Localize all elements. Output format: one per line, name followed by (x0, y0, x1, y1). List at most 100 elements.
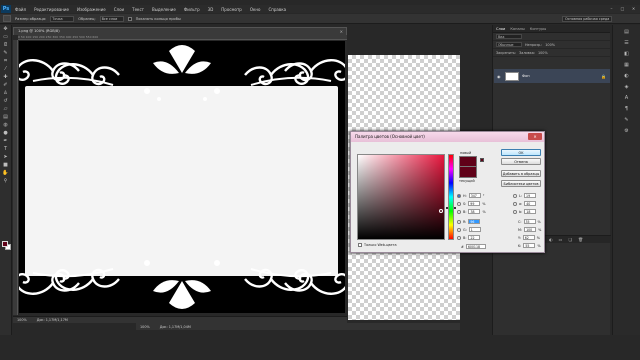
fill-value[interactable]: 100% (538, 51, 548, 55)
menu-filter[interactable]: Фильтр (180, 7, 204, 12)
foreground-color-swatch[interactable] (2, 241, 8, 247)
add-to-swatches-button[interactable]: Добавить в образцы (501, 170, 541, 177)
quick-select-tool-icon[interactable]: ✎ (2, 50, 10, 57)
layer-kind-select[interactable]: Вид (496, 34, 522, 39)
saturation-brightness-field[interactable] (357, 154, 445, 240)
show-ring-checkbox[interactable] (127, 16, 132, 21)
crop-tool-icon[interactable]: ⌗ (2, 58, 10, 65)
hex-input[interactable]: 600118 (465, 244, 486, 249)
menu-file[interactable]: Файл (11, 7, 30, 12)
new-group-icon[interactable]: ▭ (559, 237, 563, 242)
type-tool-icon[interactable]: T (2, 146, 10, 153)
menu-help[interactable]: Справка (264, 7, 290, 12)
a-radio[interactable] (513, 201, 517, 206)
blur-tool-icon[interactable]: ◍ (2, 122, 10, 129)
document-canvas[interactable] (19, 41, 345, 313)
m-input[interactable]: 100 (524, 227, 537, 232)
path-select-tool-icon[interactable]: ➤ (2, 154, 10, 161)
l-input[interactable]: 19 (524, 193, 537, 198)
pen-tool-icon[interactable]: ✒ (2, 138, 10, 145)
history-panel-icon[interactable]: ▤ (622, 28, 632, 36)
h-input[interactable]: 347 (468, 193, 481, 198)
heal-tool-icon[interactable]: ✚ (2, 74, 10, 81)
swatches-panel-icon[interactable]: ▦ (622, 61, 632, 69)
s-input[interactable]: 99 (468, 201, 481, 206)
delete-layer-icon[interactable]: 🗑 (578, 237, 583, 242)
styles-panel-icon[interactable]: ◈ (622, 83, 632, 91)
lasso-tool-icon[interactable]: ᘓ (2, 42, 10, 49)
sample-select[interactable]: Все слои (99, 15, 124, 22)
g-input[interactable]: 1 (468, 227, 481, 232)
document2-zoom[interactable]: 100% (140, 325, 150, 329)
l-radio[interactable] (513, 193, 517, 198)
minimize-button[interactable]: – (609, 6, 614, 11)
eyedropper-tool-preset-icon[interactable] (3, 15, 11, 22)
character-panel-icon[interactable]: A (622, 94, 632, 102)
menu-image[interactable]: Изображение (73, 7, 110, 12)
y-input[interactable]: 62 (522, 235, 535, 240)
paragraph-panel-icon[interactable]: ¶ (622, 105, 632, 113)
vertical-scrollbar[interactable] (345, 41, 347, 316)
s-radio[interactable] (457, 201, 461, 206)
brush-panel-icon[interactable]: ✎ (622, 116, 632, 124)
tab-layers[interactable]: Слои (496, 27, 505, 31)
stamp-tool-icon[interactable]: ♙ (2, 90, 10, 97)
cancel-button[interactable]: Отмена (501, 158, 541, 165)
blend-mode-select[interactable]: Обычные (496, 42, 522, 47)
menu-3d[interactable]: 3D (204, 7, 218, 12)
properties-panel-icon[interactable]: ☰ (622, 39, 632, 47)
menu-layers[interactable]: Слои (110, 7, 128, 12)
b-input[interactable]: 38 (468, 209, 481, 214)
brush-tool-icon[interactable]: ✐ (2, 82, 10, 89)
color-libraries-button[interactable]: Библиотеки цветов (501, 180, 541, 187)
menu-window[interactable]: Окно (246, 7, 265, 12)
shape-tool-icon[interactable]: ■ (2, 162, 10, 169)
new-layer-icon[interactable]: ❏ (568, 237, 572, 242)
current-color-swatch[interactable] (459, 167, 477, 178)
zoom-tool-icon[interactable]: ⚲ (2, 178, 10, 185)
lab-b-input[interactable]: 18 (524, 209, 537, 214)
dialog-titlebar[interactable]: Палитра цветов (Основной цвет) ✕ (351, 132, 544, 142)
sample-size-select[interactable]: Точка (50, 15, 75, 22)
marquee-tool-icon[interactable]: ▭ (2, 34, 10, 41)
hand-tool-icon[interactable]: ✋ (2, 170, 10, 177)
blue-input[interactable]: 22 (468, 235, 481, 240)
c-input[interactable]: 35 (523, 219, 536, 224)
color-panel-icon[interactable]: ◧ (622, 50, 632, 58)
blue-radio[interactable] (457, 235, 461, 240)
tab-paths[interactable]: Контуры (530, 27, 546, 31)
eyedropper-tool-icon[interactable]: ⁄ (2, 66, 10, 73)
dialog-close-button[interactable]: ✕ (528, 133, 542, 140)
r-input[interactable]: 96 (468, 219, 481, 224)
menu-edit[interactable]: Редактирование (30, 7, 73, 12)
hue-slider[interactable] (448, 154, 454, 240)
ok-button[interactable]: OK (501, 149, 541, 156)
eraser-tool-icon[interactable]: ▱ (2, 106, 10, 113)
tab-channels[interactable]: Каналы (510, 27, 524, 31)
k-input[interactable]: 55 (523, 243, 536, 248)
layer-row-background[interactable]: ◉ Фон 🔒 (494, 69, 610, 83)
opacity-value[interactable]: 100% (545, 43, 555, 47)
document-tab[interactable]: 1.png @ 100% (RGB/8) × (13, 27, 347, 35)
visibility-eye-icon[interactable]: ◉ (497, 74, 502, 79)
close-document-icon[interactable]: × (340, 28, 343, 35)
document-zoom[interactable]: 100% (17, 318, 27, 322)
tool-presets-icon[interactable]: ⚙ (622, 127, 632, 135)
a-input[interactable]: 40 (524, 201, 537, 206)
maximize-button[interactable]: □ (620, 6, 625, 11)
move-tool-icon[interactable]: ✥ (2, 26, 10, 33)
workspace-select[interactable]: Основная рабочая среда (562, 16, 612, 22)
menu-select[interactable]: Выделение (148, 7, 180, 12)
close-button[interactable]: ✕ (631, 6, 636, 11)
g-radio[interactable] (457, 227, 461, 232)
adjustments-panel-icon[interactable]: ◐ (622, 72, 632, 80)
menu-type[interactable]: Текст (128, 7, 148, 12)
history-brush-tool-icon[interactable]: ↺ (2, 98, 10, 105)
out-of-gamut-icon[interactable] (480, 158, 484, 162)
r-radio[interactable] (457, 219, 461, 224)
hue-slider-handle[interactable] (446, 207, 456, 209)
h-radio[interactable] (457, 193, 461, 198)
gradient-tool-icon[interactable]: ▤ (2, 114, 10, 121)
web-colors-only-checkbox[interactable] (358, 243, 362, 247)
color-field-cursor[interactable] (439, 209, 443, 213)
